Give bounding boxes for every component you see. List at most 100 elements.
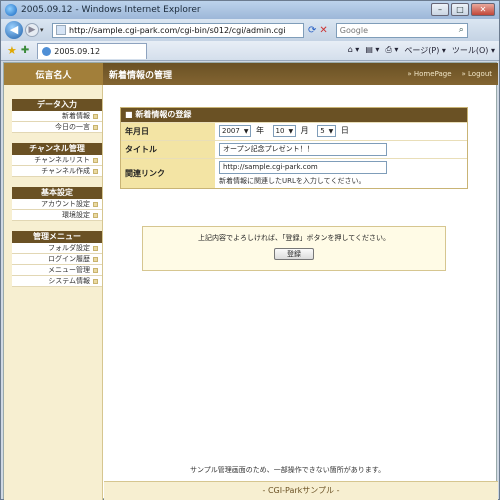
feeds-icon[interactable]: ▤ ▾ (365, 45, 379, 56)
arrow-icon (93, 201, 98, 207)
tab-bar: ★ ✚ 2005.09.12 ⌂ ▾ ▤ ▾ ⎙ ▾ ページ(P) ▾ ツール(… (1, 41, 499, 61)
sidebar-item-channel-create[interactable]: チャンネル作成 (12, 166, 102, 177)
search-icon[interactable]: ⌕ (459, 25, 464, 35)
sidebar-item-login-history[interactable]: ログイン履歴 (12, 254, 102, 265)
arrow-icon (93, 113, 98, 119)
title-row: タイトル オープン記念プレゼント！！ (121, 140, 467, 158)
sidebar-item-folder-settings[interactable]: フォルダ設定 (12, 243, 102, 254)
favorites-star-icon[interactable]: ★ (7, 44, 17, 57)
year-value: 2007 (222, 127, 240, 135)
refresh-icon[interactable]: ⟳ (308, 25, 316, 36)
arrow-icon (93, 256, 98, 262)
arrow-icon (93, 168, 98, 174)
sidebar-item-account-settings[interactable]: アカウント設定 (12, 199, 102, 210)
sidebar-item-label: フォルダ設定 (48, 244, 90, 252)
back-button[interactable]: ◀ (5, 21, 23, 39)
page-header: 新着情報の管理 » HomePage » Logout (103, 63, 498, 85)
sidebar-item-label: チャンネル作成 (41, 167, 90, 175)
logout-link[interactable]: » Logout (462, 70, 492, 78)
window-title: 2005.09.12 - Windows Internet Explorer (21, 5, 201, 15)
window-controls: – □ ✕ (431, 3, 495, 16)
panel-heading-text: 新着情報の登録 (135, 110, 192, 119)
day-select[interactable]: 5 ▼ (317, 125, 337, 137)
homepage-link-label: HomePage (413, 70, 452, 78)
page-title: 新着情報の管理 (109, 70, 173, 81)
homepage-link[interactable]: » HomePage (407, 70, 451, 78)
sidebar-item-label: ログイン履歴 (48, 255, 90, 263)
page-menu[interactable]: ページ(P) ▾ (404, 45, 445, 56)
sidebar-item-label: アカウント設定 (41, 200, 90, 208)
sidebar-section-title: 管理メニュー (12, 231, 102, 243)
day-value: 5 (320, 127, 325, 135)
arrow-icon (93, 124, 98, 130)
day-unit: 日 (340, 126, 349, 135)
arrow-icon (93, 157, 98, 163)
tab-label: 2005.09.12 (54, 46, 101, 56)
minimize-button[interactable]: – (431, 3, 449, 16)
confirm-message: 上記内容でよろしければ、「登録」ボタンを押してください。 (197, 234, 391, 242)
confirm-box: 上記内容でよろしければ、「登録」ボタンを押してください。 登録 (142, 226, 446, 271)
stop-icon[interactable]: ✕ (319, 25, 327, 36)
link-input[interactable]: http://sample.cgi-park.com (219, 161, 387, 174)
sidebar-section-title: 基本設定 (12, 187, 102, 199)
date-value: 2007 ▼ 年 10 ▼ 月 5 ▼ 日 (215, 123, 467, 140)
tools-menu[interactable]: ツール(O) ▾ (452, 45, 495, 56)
arrow-icon (93, 278, 98, 284)
search-input[interactable]: Google ⌕ (335, 22, 468, 38)
sidebar-item-environment-settings[interactable]: 環境設定 (12, 210, 102, 221)
address-toolbar: ◀ ▶ ▾ http://sample.cgi-park.com/cgi-bin… (1, 19, 499, 41)
ie-logo-icon (5, 4, 17, 16)
panel-heading: ■ 新着情報の登録 (121, 108, 467, 122)
title-label: タイトル (121, 141, 215, 158)
register-button[interactable]: 登録 (274, 248, 314, 260)
year-select[interactable]: 2007 ▼ (219, 125, 252, 137)
arrow-icon (93, 212, 98, 218)
date-label: 年月日 (121, 123, 215, 140)
page-viewport: 伝言名人 新着情報の管理 » HomePage » Logout データ入力 新… (3, 62, 498, 500)
link-label: 関連リンク (121, 159, 215, 188)
link-value: http://sample.cgi-park.com 新着情報に関連したURLを… (215, 159, 467, 188)
sidebar-item-channel-list[interactable]: チャンネルリスト (12, 155, 102, 166)
sidebar-item-label: チャンネルリスト (34, 156, 90, 164)
arrow-icon (93, 267, 98, 273)
sidebar-section-basic-settings: 基本設定 アカウント設定 環境設定 (12, 187, 102, 221)
month-unit: 月 (300, 126, 309, 135)
page-footer: - CGI-Parkサンプル - (104, 481, 498, 500)
year-unit: 年 (256, 126, 264, 135)
link-row: 関連リンク http://sample.cgi-park.com 新着情報に関連… (121, 158, 467, 188)
maximize-button[interactable]: □ (451, 3, 469, 16)
sample-notice: サンプル管理画面のため、一部操作できない箇所があります。 (190, 466, 386, 474)
sidebar-section-admin-menu: 管理メニュー フォルダ設定 ログイン履歴 メニュー管理 システム情報 (12, 231, 102, 287)
add-favorite-icon[interactable]: ✚ (21, 45, 29, 56)
history-dropdown-icon[interactable]: ▾ (40, 26, 48, 34)
browser-window: 2005.09.12 - Windows Internet Explorer –… (0, 0, 500, 500)
browser-tab[interactable]: 2005.09.12 (37, 42, 148, 59)
month-value: 10 (275, 127, 285, 135)
sidebar-item-system-info[interactable]: システム情報 (12, 276, 102, 287)
command-bar: ⌂ ▾ ▤ ▾ ⎙ ▾ ページ(P) ▾ ツール(O) ▾ (348, 45, 495, 56)
sidebar-section-channel: チャンネル管理 チャンネルリスト チャンネル作成 (12, 143, 102, 177)
sidebar-section-title: データ入力 (12, 99, 102, 111)
sidebar-item-label: 新着情報 (62, 112, 90, 120)
page-icon (56, 25, 66, 35)
sidebar-item-label: システム情報 (48, 277, 90, 285)
home-icon[interactable]: ⌂ ▾ (348, 45, 360, 56)
sidebar-section-data-input: データ入力 新着情報 今日の一言 (12, 99, 102, 133)
sidebar-item-label: 今日の一言 (55, 123, 90, 131)
print-icon[interactable]: ⎙ ▾ (385, 45, 398, 56)
main-content: ■ 新着情報の登録 年月日 2007▼ 年 10▼ 月 5▼ 日 タイトル (104, 85, 498, 500)
url-text: http://sample.cgi-park.com/cgi-bin/s012/… (69, 25, 286, 35)
chevron-down-icon: ▼ (328, 128, 334, 135)
sidebar: データ入力 新着情報 今日の一言 チャンネル管理 チャンネルリスト チャンネル作… (4, 85, 103, 500)
close-button[interactable]: ✕ (471, 3, 495, 16)
address-field[interactable]: http://sample.cgi-park.com/cgi-bin/s012/… (52, 22, 304, 38)
month-select[interactable]: 10 ▼ (272, 125, 297, 137)
title-input[interactable]: オープン記念プレゼント！！ (219, 143, 387, 156)
title-bar: 2005.09.12 - Windows Internet Explorer –… (1, 1, 499, 19)
forward-button[interactable]: ▶ (25, 23, 39, 37)
sidebar-item-daily-word[interactable]: 今日の一言 (12, 122, 102, 133)
sidebar-item-news[interactable]: 新着情報 (12, 111, 102, 122)
sidebar-item-label: メニュー管理 (48, 266, 90, 274)
chevron-down-icon: ▼ (288, 128, 294, 135)
sidebar-item-menu-management[interactable]: メニュー管理 (12, 265, 102, 276)
